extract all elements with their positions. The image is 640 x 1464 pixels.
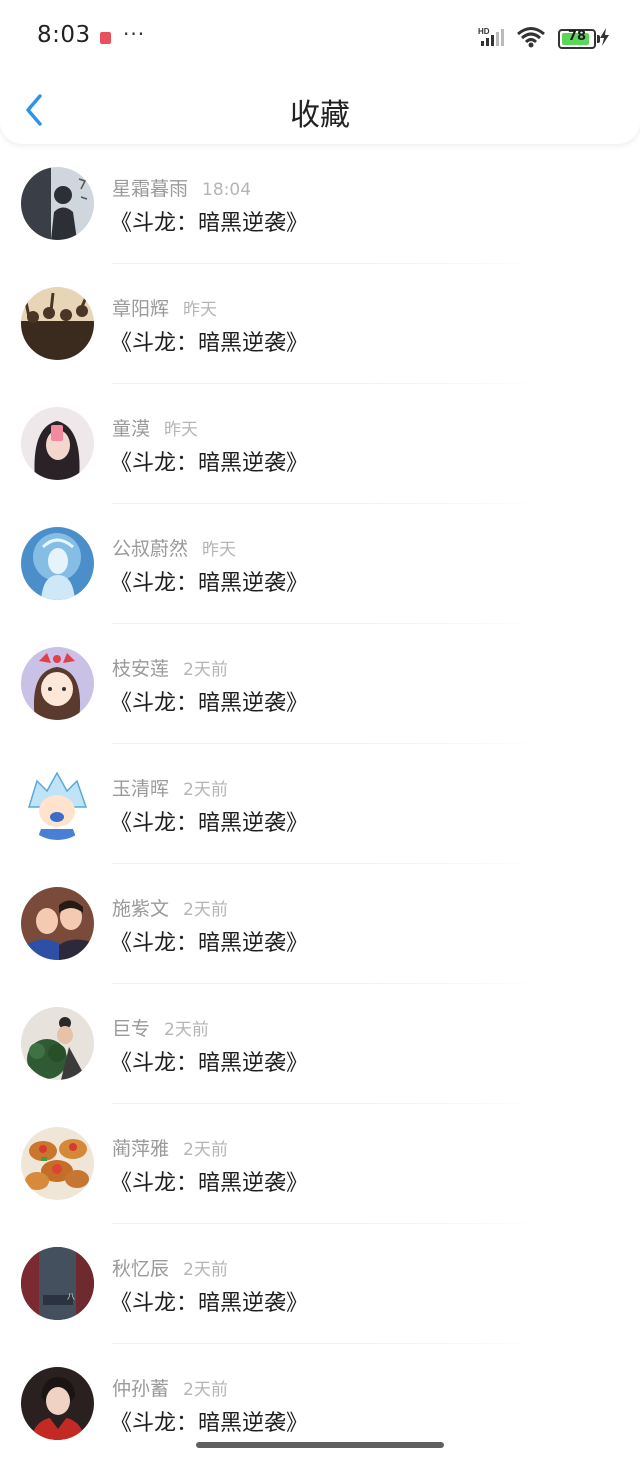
timestamp: 昨天 bbox=[202, 540, 237, 560]
charging-icon bbox=[600, 28, 609, 46]
avatar[interactable] bbox=[21, 167, 94, 240]
item-title: 《斗龙：暗黑逆袭》 bbox=[110, 1411, 309, 1436]
avatar[interactable]: 八 bbox=[21, 1247, 94, 1320]
avatar[interactable] bbox=[21, 647, 94, 720]
user-name: 仲孙蓄 bbox=[112, 1378, 170, 1400]
timestamp: 2天前 bbox=[183, 900, 228, 920]
list-item[interactable]: 蔺萍雅 2天前 《斗龙：暗黑逆袭》 bbox=[0, 1104, 640, 1224]
item-title: 《斗龙：暗黑逆袭》 bbox=[110, 331, 309, 356]
wifi-icon bbox=[517, 27, 545, 48]
battery-icon: 78 bbox=[558, 29, 600, 49]
list-item[interactable]: 玉清晖 2天前 《斗龙：暗黑逆袭》 bbox=[0, 744, 640, 864]
user-name: 蔺萍雅 bbox=[112, 1138, 170, 1160]
svg-text:八: 八 bbox=[67, 1292, 75, 1301]
user-name: 童漠 bbox=[112, 418, 151, 440]
item-title: 《斗龙：暗黑逆袭》 bbox=[110, 691, 309, 716]
more-notifications-icon: ··· bbox=[123, 22, 146, 46]
user-name: 施紫文 bbox=[112, 898, 170, 920]
avatar[interactable] bbox=[21, 407, 94, 480]
status-bar: 8:03 ··· HD 78 bbox=[0, 0, 640, 76]
list-item[interactable]: 八 秋忆辰 2天前 《斗龙：暗黑逆袭》 bbox=[0, 1224, 640, 1344]
network-type-label: HD bbox=[478, 27, 490, 36]
user-name: 玉清晖 bbox=[112, 778, 170, 800]
item-title: 《斗龙：暗黑逆袭》 bbox=[110, 1171, 309, 1196]
item-title: 《斗龙：暗黑逆袭》 bbox=[110, 211, 309, 236]
timestamp: 昨天 bbox=[183, 300, 218, 320]
list-item[interactable]: 巨专 2天前 《斗龙：暗黑逆袭》 bbox=[0, 984, 640, 1104]
list-item[interactable]: 枝安莲 2天前 《斗龙：暗黑逆袭》 bbox=[0, 624, 640, 744]
user-name: 章阳辉 bbox=[112, 298, 170, 320]
battery-level: 78 bbox=[567, 29, 587, 44]
user-name: 秋忆辰 bbox=[112, 1258, 170, 1280]
home-indicator[interactable] bbox=[196, 1442, 444, 1448]
avatar[interactable] bbox=[21, 1127, 94, 1200]
avatar[interactable] bbox=[21, 1007, 94, 1080]
timestamp: 2天前 bbox=[183, 780, 228, 800]
timestamp: 2天前 bbox=[183, 660, 228, 680]
user-name: 公叔蔚然 bbox=[112, 538, 189, 560]
user-name: 巨专 bbox=[112, 1018, 151, 1040]
avatar[interactable] bbox=[21, 1367, 94, 1440]
avatar[interactable] bbox=[21, 527, 94, 600]
item-title: 《斗龙：暗黑逆袭》 bbox=[110, 451, 309, 476]
signal-icon: HD bbox=[478, 27, 504, 46]
favorites-list: 星霜暮雨 18:04 《斗龙：暗黑逆袭》 章阳辉 昨天 《斗龙：暗黑逆袭》 童漠 昨天… bbox=[0, 144, 640, 1464]
avatar[interactable] bbox=[21, 767, 94, 840]
user-name: 枝安莲 bbox=[112, 658, 170, 680]
item-title: 《斗龙：暗黑逆袭》 bbox=[110, 1291, 309, 1316]
list-item[interactable]: 星霜暮雨 18:04 《斗龙：暗黑逆袭》 bbox=[0, 144, 640, 264]
item-title: 《斗龙：暗黑逆袭》 bbox=[110, 811, 309, 836]
user-name: 星霜暮雨 bbox=[112, 178, 189, 200]
page-title: 收藏 bbox=[290, 98, 350, 133]
timestamp: 2天前 bbox=[164, 1020, 209, 1040]
avatar[interactable] bbox=[21, 887, 94, 960]
list-item[interactable]: 童漠 昨天 《斗龙：暗黑逆袭》 bbox=[0, 384, 640, 504]
item-title: 《斗龙：暗黑逆袭》 bbox=[110, 931, 309, 956]
timestamp: 昨天 bbox=[164, 420, 199, 440]
list-item[interactable]: 公叔蔚然 昨天 《斗龙：暗黑逆袭》 bbox=[0, 504, 640, 624]
clock: 8:03 bbox=[37, 22, 91, 48]
list-item[interactable]: 施紫文 2天前 《斗龙：暗黑逆袭》 bbox=[0, 864, 640, 984]
item-title: 《斗龙：暗黑逆袭》 bbox=[110, 1051, 309, 1076]
avatar[interactable] bbox=[21, 287, 94, 360]
timestamp: 2天前 bbox=[183, 1380, 228, 1400]
top-header: 8:03 ··· HD 78 收藏 bbox=[0, 0, 640, 144]
item-title: 《斗龙：暗黑逆袭》 bbox=[110, 571, 309, 596]
timestamp: 2天前 bbox=[183, 1140, 228, 1160]
timestamp: 2天前 bbox=[183, 1260, 228, 1280]
list-item[interactable]: 章阳辉 昨天 《斗龙：暗黑逆袭》 bbox=[0, 264, 640, 384]
notification-icon bbox=[100, 32, 111, 44]
timestamp: 18:04 bbox=[202, 180, 252, 200]
